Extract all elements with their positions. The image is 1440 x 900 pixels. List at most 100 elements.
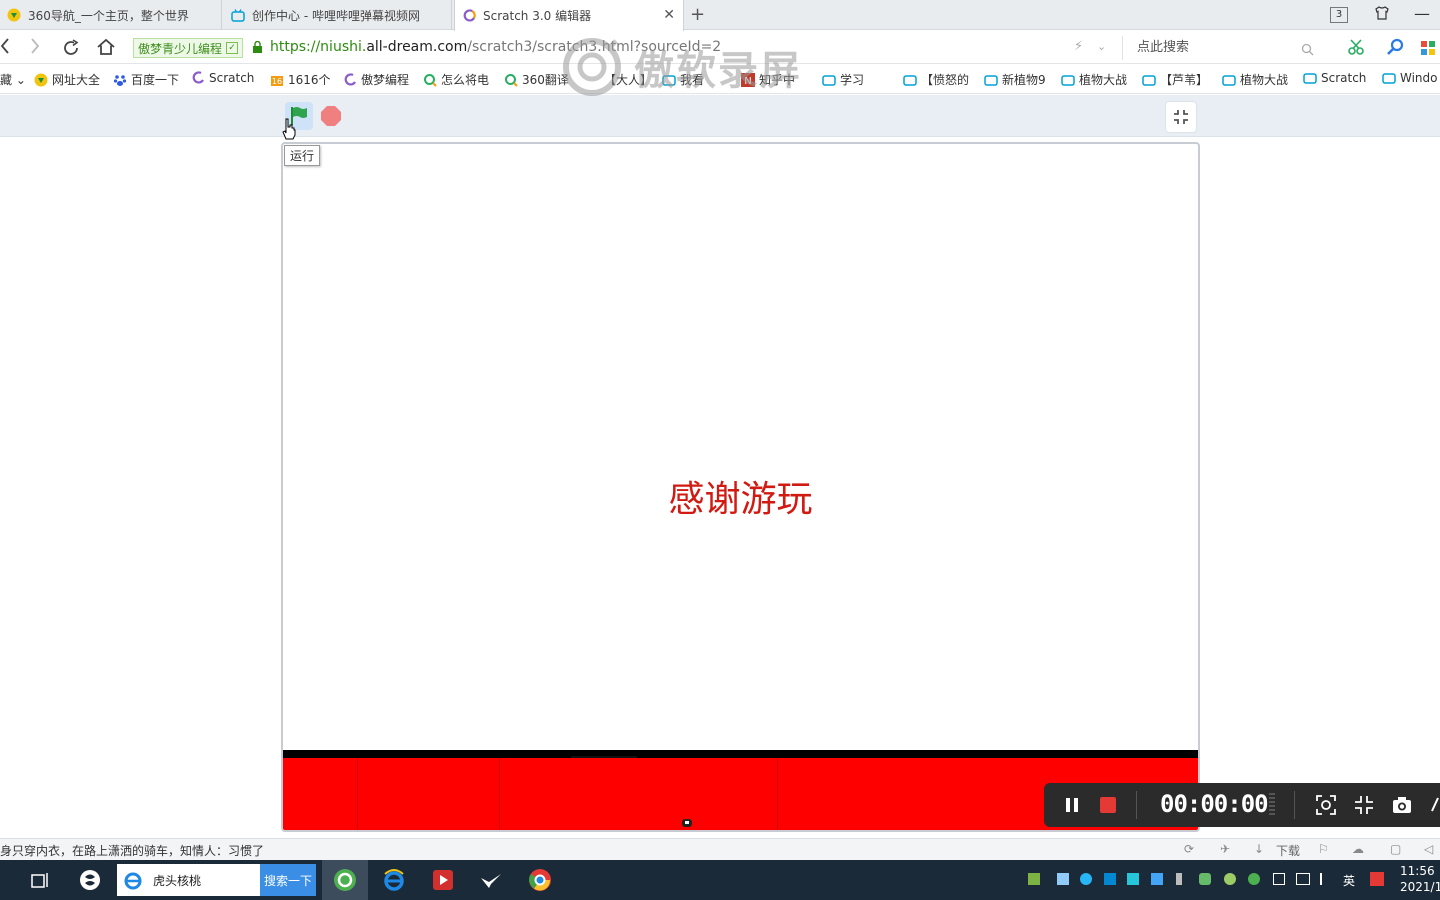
site-badge[interactable]: 傲梦青少儿编程 ✓ — [133, 38, 244, 58]
camera-icon[interactable] — [1392, 795, 1412, 818]
baidu-paw-icon — [113, 73, 127, 87]
tab-360-nav[interactable]: 360导航_一个主页，整个世界 — [0, 0, 222, 30]
stop-button[interactable] — [320, 105, 342, 127]
monitor-tray-icon[interactable] — [1296, 873, 1310, 885]
close-tab-icon[interactable]: ✕ — [663, 7, 675, 23]
speaker-icon[interactable]: ◁ — [1424, 842, 1433, 856]
bookmark-item[interactable]: 植物大战 — [1222, 71, 1288, 88]
browser-tray-icon[interactable] — [1248, 873, 1260, 885]
exit-fullscreen-button[interactable] — [1165, 101, 1197, 133]
window-icon[interactable]: ▢ — [1390, 842, 1401, 856]
forward-icon[interactable] — [30, 37, 40, 60]
bookmark-item[interactable]: 傲梦编程 — [343, 71, 409, 88]
taskbar-search-input[interactable]: 虎头核桃 — [117, 864, 260, 896]
ie-browser-icon[interactable] — [382, 868, 406, 892]
tab-bilibili-creator[interactable]: 创作中心 - 哔哩哔哩弹幕视频网 — [224, 0, 452, 30]
taskbar-clock[interactable]: 11:56 2021/1 — [1400, 863, 1440, 895]
tab-label: 360导航_一个主页，整个世界 — [28, 8, 189, 23]
pen-icon[interactable] — [1430, 797, 1440, 816]
apps-grid-icon[interactable] — [1420, 40, 1436, 61]
video-app-icon[interactable] — [431, 868, 455, 892]
bilibili-icon — [1303, 71, 1317, 85]
bookmark-label: 【愤怒的 — [921, 73, 970, 87]
screenshot-region-icon[interactable] — [1316, 795, 1336, 818]
bookmark-label: 植物大战 — [1079, 73, 1128, 87]
pin-icon[interactable]: ✈ — [1220, 842, 1230, 856]
tab-scratch-editor[interactable]: Scratch 3.0 编辑器 ✕ — [454, 0, 684, 31]
magnifier-tool-icon[interactable] — [1386, 38, 1404, 61]
folder-icon: 16 — [270, 73, 284, 87]
bookmark-item[interactable]: Scratch — [191, 71, 254, 85]
screen-recorder-toolbar: 00:00:00 — [1044, 783, 1440, 827]
bookmark-item[interactable]: 百度一下 — [113, 71, 179, 88]
tab-count-badge[interactable]: 3 — [1330, 7, 1348, 23]
bookmark-item[interactable]: 新植物9 — [984, 71, 1046, 88]
lightning-icon[interactable]: ⚡ — [1074, 39, 1083, 54]
taskbar-search-value: 虎头核桃 — [153, 873, 202, 888]
cloud-icon[interactable]: ☁ — [1352, 842, 1364, 856]
chevron-down-icon[interactable]: ⌄ — [1097, 40, 1106, 53]
record-stop-button[interactable] — [1100, 797, 1116, 813]
360-browser-icon[interactable] — [333, 868, 357, 892]
qq-tray-icon[interactable] — [1151, 873, 1163, 885]
reload-icon[interactable] — [61, 38, 81, 63]
volume-tray-icon[interactable] — [1320, 873, 1332, 885]
bookmark-label: 百度一下 — [131, 73, 180, 87]
download-label[interactable]: 下载 — [1276, 842, 1300, 859]
bookmark-item[interactable]: 16 1616个 — [270, 71, 331, 88]
battery-tray-icon[interactable] — [1028, 873, 1040, 885]
chrome-icon[interactable] — [528, 868, 552, 892]
360-start-icon[interactable] — [78, 868, 102, 892]
bookmark-label: Scratch — [1321, 71, 1367, 85]
bookmark-item[interactable]: 【愤怒的 — [903, 71, 969, 88]
bookmark-item[interactable]: 怎么将电 — [423, 71, 489, 88]
network-tray-icon[interactable] — [1080, 873, 1092, 885]
bird-app-icon[interactable] — [479, 868, 503, 892]
bilibili-icon — [1222, 73, 1236, 87]
bookmark-item[interactable]: Scratch — [1303, 71, 1366, 85]
bookmark-item[interactable]: 【芦苇】 — [1142, 71, 1208, 88]
search-input[interactable]: 点此搜索 — [1122, 36, 1322, 60]
thermometer-tray-icon[interactable] — [1176, 873, 1182, 885]
scissors-icon[interactable] — [1348, 39, 1366, 60]
pause-icon[interactable] — [1064, 797, 1080, 816]
bookmark-label: Windo — [1400, 71, 1438, 85]
collapse-icon[interactable] — [1354, 795, 1374, 818]
clock-date: 2021/1 — [1400, 880, 1440, 894]
divider — [1136, 791, 1137, 819]
flag-outline-icon[interactable]: ⚐ — [1318, 842, 1329, 856]
l-app-tray-icon[interactable] — [1104, 873, 1116, 885]
bookmark-item[interactable]: 网址大全 — [34, 71, 100, 88]
task-view-icon[interactable] — [28, 868, 52, 892]
shield-tray-icon[interactable] — [1199, 873, 1211, 885]
bookmark-item[interactable]: Windo — [1382, 71, 1438, 85]
search-icon[interactable] — [1301, 41, 1314, 65]
plus-tray-icon[interactable] — [1224, 873, 1236, 885]
shirt-skin-icon[interactable] — [1374, 6, 1390, 24]
ground-seam — [357, 758, 358, 830]
bilibili-icon — [1382, 71, 1396, 85]
lock-icon — [252, 40, 263, 53]
sogou-ime-icon[interactable] — [1370, 872, 1384, 886]
bookmark-item[interactable]: 植物大战 — [1061, 71, 1127, 88]
bookmark-item[interactable]: 藏 ⌄ — [0, 71, 26, 88]
media-tray-icon[interactable] — [1127, 873, 1139, 885]
refresh-status-icon[interactable]: ⟳ — [1184, 842, 1194, 856]
device-tray-icon[interactable] — [1273, 873, 1285, 885]
record-timer: 00:00:00 — [1160, 790, 1269, 818]
back-icon[interactable] — [0, 37, 10, 60]
status-marquee[interactable]: 身只穿内衣，在路上潇洒的骑车，知情人：习惯了 — [0, 842, 264, 859]
scratch-stage[interactable]: 感谢游玩 — [281, 142, 1200, 832]
new-tab-icon[interactable]: + — [690, 4, 705, 25]
minimize-icon[interactable]: — — [1414, 4, 1430, 23]
download-arrow-icon[interactable]: ↓ — [1254, 842, 1264, 856]
usb-tray-icon[interactable] — [1057, 873, 1069, 885]
drag-handle[interactable] — [1269, 793, 1275, 817]
svg-text:16: 16 — [272, 77, 282, 86]
taskbar-search-button[interactable]: 搜索一下 — [260, 864, 316, 896]
ground-seam — [499, 758, 500, 830]
home-icon[interactable] — [96, 37, 116, 62]
ime-language-indicator[interactable]: 英 — [1343, 872, 1355, 889]
bilibili-icon — [1061, 73, 1075, 87]
bilibili-icon — [230, 7, 246, 23]
